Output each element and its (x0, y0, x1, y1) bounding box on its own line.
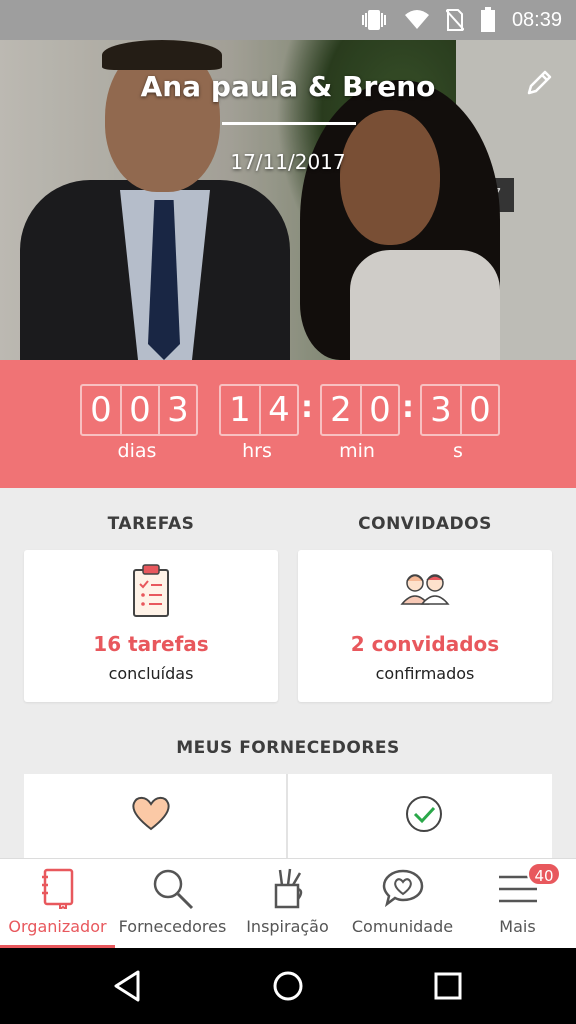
seconds-counter: 3 0 (420, 384, 500, 436)
recents-icon[interactable] (428, 966, 468, 1006)
nav-inspiracao[interactable]: Inspiração (230, 859, 345, 949)
vendors-title: MEUS FORNECEDORES (176, 738, 400, 758)
hours-counter: 1 4 (219, 384, 299, 436)
minutes-counter: 2 0 (320, 384, 400, 436)
heart-icon[interactable] (130, 794, 172, 832)
countdown-banner: 0 0 3 1 4 : 2 0 : 3 0 dias hrs min s (0, 360, 576, 488)
nav-fornecedores[interactable]: Fornecedores (115, 859, 230, 949)
nav-organizador[interactable]: Organizador (0, 859, 115, 949)
pencil-cup-icon (274, 868, 302, 909)
wifi-icon (404, 10, 429, 29)
clipboard-checklist-icon (133, 564, 169, 617)
guests-subtitle: confirmados (375, 664, 475, 683)
minutes-digit: 2 (330, 390, 352, 430)
tasks-title: TAREFAS (107, 514, 195, 534)
clock: 08:39 (511, 8, 562, 31)
notebook-icon (41, 868, 73, 909)
nav-label: Fornecedores (118, 917, 227, 936)
back-icon[interactable] (108, 966, 148, 1006)
no-sim-icon (445, 9, 464, 31)
nav-label: Mais (499, 917, 536, 936)
bottom-navigation: Organizador Fornecedores Inspiração Comu… (0, 858, 576, 949)
vendors-divider (286, 774, 288, 858)
minutes-label: min (339, 440, 375, 462)
status-bar: 08:39 (0, 0, 576, 40)
chat-heart-icon (382, 869, 423, 908)
days-digit: 3 (158, 386, 196, 434)
seconds-digit: 3 (430, 390, 452, 430)
home-icon[interactable] (268, 966, 308, 1006)
days-digit: 0 (120, 386, 158, 434)
wedding-date: 17/11/2017 (230, 150, 346, 174)
vibrate-icon (361, 10, 386, 30)
notification-badge: 40 (527, 862, 561, 886)
battery-icon (480, 7, 495, 32)
nav-label: Organizador (8, 917, 107, 936)
nav-label: Comunidade (351, 917, 454, 936)
hours-digit: 4 (259, 386, 297, 434)
seconds-digit: 0 (460, 386, 498, 434)
edit-pencil-icon[interactable] (524, 68, 554, 98)
couple-name: Ana paula & Breno (140, 70, 436, 103)
hours-digit: 1 (229, 390, 251, 430)
tasks-count: 16 tarefas (93, 632, 209, 656)
colon-separator: : (402, 390, 414, 425)
days-label: dias (117, 440, 157, 462)
hours-label: hrs (242, 440, 272, 462)
check-circle-icon[interactable] (404, 794, 444, 834)
days-counter: 0 0 3 (80, 384, 198, 436)
seconds-label: s (453, 440, 463, 462)
guests-count: 2 convidados (350, 632, 500, 656)
minutes-digit: 0 (360, 386, 398, 434)
guests-title: CONVIDADOS (358, 514, 492, 534)
colon-separator: : (301, 390, 313, 425)
couple-photo[interactable]: 107 Ana paula & Breno 17/11/2017 (0, 40, 576, 360)
nav-label: Inspiração (246, 917, 329, 936)
guests-couple-icon (400, 574, 450, 605)
tasks-subtitle: concluídas (108, 664, 194, 683)
search-icon (153, 869, 193, 910)
nav-comunidade[interactable]: Comunidade (345, 859, 460, 949)
guests-card[interactable]: 2 convidados confirmados (298, 550, 552, 702)
vendors-card[interactable] (24, 774, 552, 858)
tasks-card[interactable]: 16 tarefas concluídas (24, 550, 278, 702)
title-underline (222, 122, 356, 125)
system-navigation-bar (0, 948, 576, 1024)
days-digit: 0 (90, 390, 112, 430)
